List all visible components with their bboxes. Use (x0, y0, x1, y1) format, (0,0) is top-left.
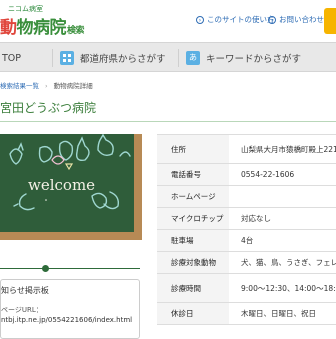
page-title: 宮田どうぶつ病院 (0, 101, 97, 115)
contact-link[interactable]: › お問い合わせ (268, 14, 324, 25)
site-logo[interactable]: 動物病院検索 (0, 13, 85, 38)
breadcrumb-separator: › (45, 82, 48, 90)
title-underline (0, 121, 336, 122)
info-label: ホームページ (157, 186, 229, 207)
nav-prefecture-label: 都道府県からさがす (80, 54, 166, 65)
nav-top-label: TOP (2, 52, 22, 64)
table-row: 電話番号 0554-22-1606 (157, 164, 336, 186)
info-value: 木曜日、日曜日、祝日 (241, 309, 316, 318)
info-value (229, 186, 336, 207)
notice-title: 知らせ掲示板 (1, 286, 49, 295)
main-nav: TOP 都道府県からさがす あ キーワードからさがす (0, 42, 336, 72)
keyword-icon: あ (186, 51, 200, 65)
chevron-right-icon: › (196, 15, 204, 24)
info-value: 4台 (241, 236, 254, 245)
nav-prefecture[interactable]: 都道府県からさがす (60, 49, 166, 67)
info-value: 0554-22-1606 (241, 170, 295, 179)
info-label: 休診日 (157, 303, 229, 324)
chalkboard-text: welcome (28, 176, 95, 194)
table-row: 住所 山梨県大月市猿橋町殿上221 (157, 135, 336, 164)
nav-keyword-label: キーワードからさがす (206, 54, 302, 65)
divider-dot (42, 265, 49, 272)
nav-divider (178, 49, 179, 67)
nav-divider (52, 49, 53, 67)
logo-suffix: 検索 (67, 26, 85, 36)
breadcrumb: 検索結果一覧 › 動物病院詳細 (0, 80, 93, 90)
notice-board: 知らせ掲示板 ページURL： ntbj.itp.ne.jp/0554221606… (0, 279, 140, 339)
info-value: 対応なし (241, 214, 271, 223)
clinic-info-table: 住所 山梨県大月市猿橋町殿上221 電話番号 0554-22-1606 ホームページ マイ… (157, 134, 336, 325)
breadcrumb-link-results[interactable]: 検索結果一覧 (0, 82, 39, 90)
info-label: 診療対象動物 (157, 252, 229, 273)
table-row: マイクロチップ 対応なし (157, 208, 336, 230)
table-row: 診療対象動物 犬、猫、鳥、うさぎ、フェレット (157, 252, 336, 274)
info-value: 山梨県大月市猿橋町殿上221 (241, 144, 336, 154)
chevron-right-icon: › (268, 15, 276, 24)
breadcrumb-current: 動物病院詳細 (53, 82, 93, 90)
nav-keyword[interactable]: あ キーワードからさがす (186, 49, 301, 67)
contact-label: お問い合わせ (279, 15, 324, 24)
table-row: 休診日 木曜日、日曜日、祝日 (157, 303, 336, 325)
about-site-label: このサイトの使い方 (207, 15, 275, 24)
chalkboard-illustration: welcome (0, 133, 142, 240)
logo-char: 動 (0, 18, 17, 38)
page-url-link[interactable]: ntbj.itp.ne.jp/0554221606/index.html (1, 316, 132, 324)
info-value: 犬、猫、鳥、うさぎ、フェレット (241, 258, 336, 267)
section-divider (0, 268, 140, 269)
table-row: 診療時間 9:00〜12:30、14:00〜18:00 (157, 274, 336, 303)
menu-button[interactable] (324, 8, 336, 34)
info-value: 9:00〜12:30、14:00〜18:00 (241, 283, 336, 293)
table-row: ホームページ (157, 186, 336, 208)
site-header: ニコム病室 動物病院検索 › このサイトの使い方 › お問い合わせ (0, 0, 336, 42)
info-label: 診療時間 (157, 274, 229, 302)
info-label: 電話番号 (157, 164, 229, 185)
clinic-photo: welcome (0, 133, 142, 240)
grid-icon (60, 51, 74, 65)
logo-text: 物病院 (16, 18, 67, 38)
info-label: 住所 (157, 135, 229, 163)
info-label: 駐車場 (157, 230, 229, 251)
info-label: マイクロチップ (157, 208, 229, 229)
table-row: 駐車場 4台 (157, 230, 336, 252)
nav-top[interactable]: TOP (2, 49, 21, 67)
grid-icon-svg (63, 54, 71, 62)
page-url-label: ページURL： (1, 306, 43, 314)
about-site-link[interactable]: › このサイトの使い方 (196, 14, 275, 25)
